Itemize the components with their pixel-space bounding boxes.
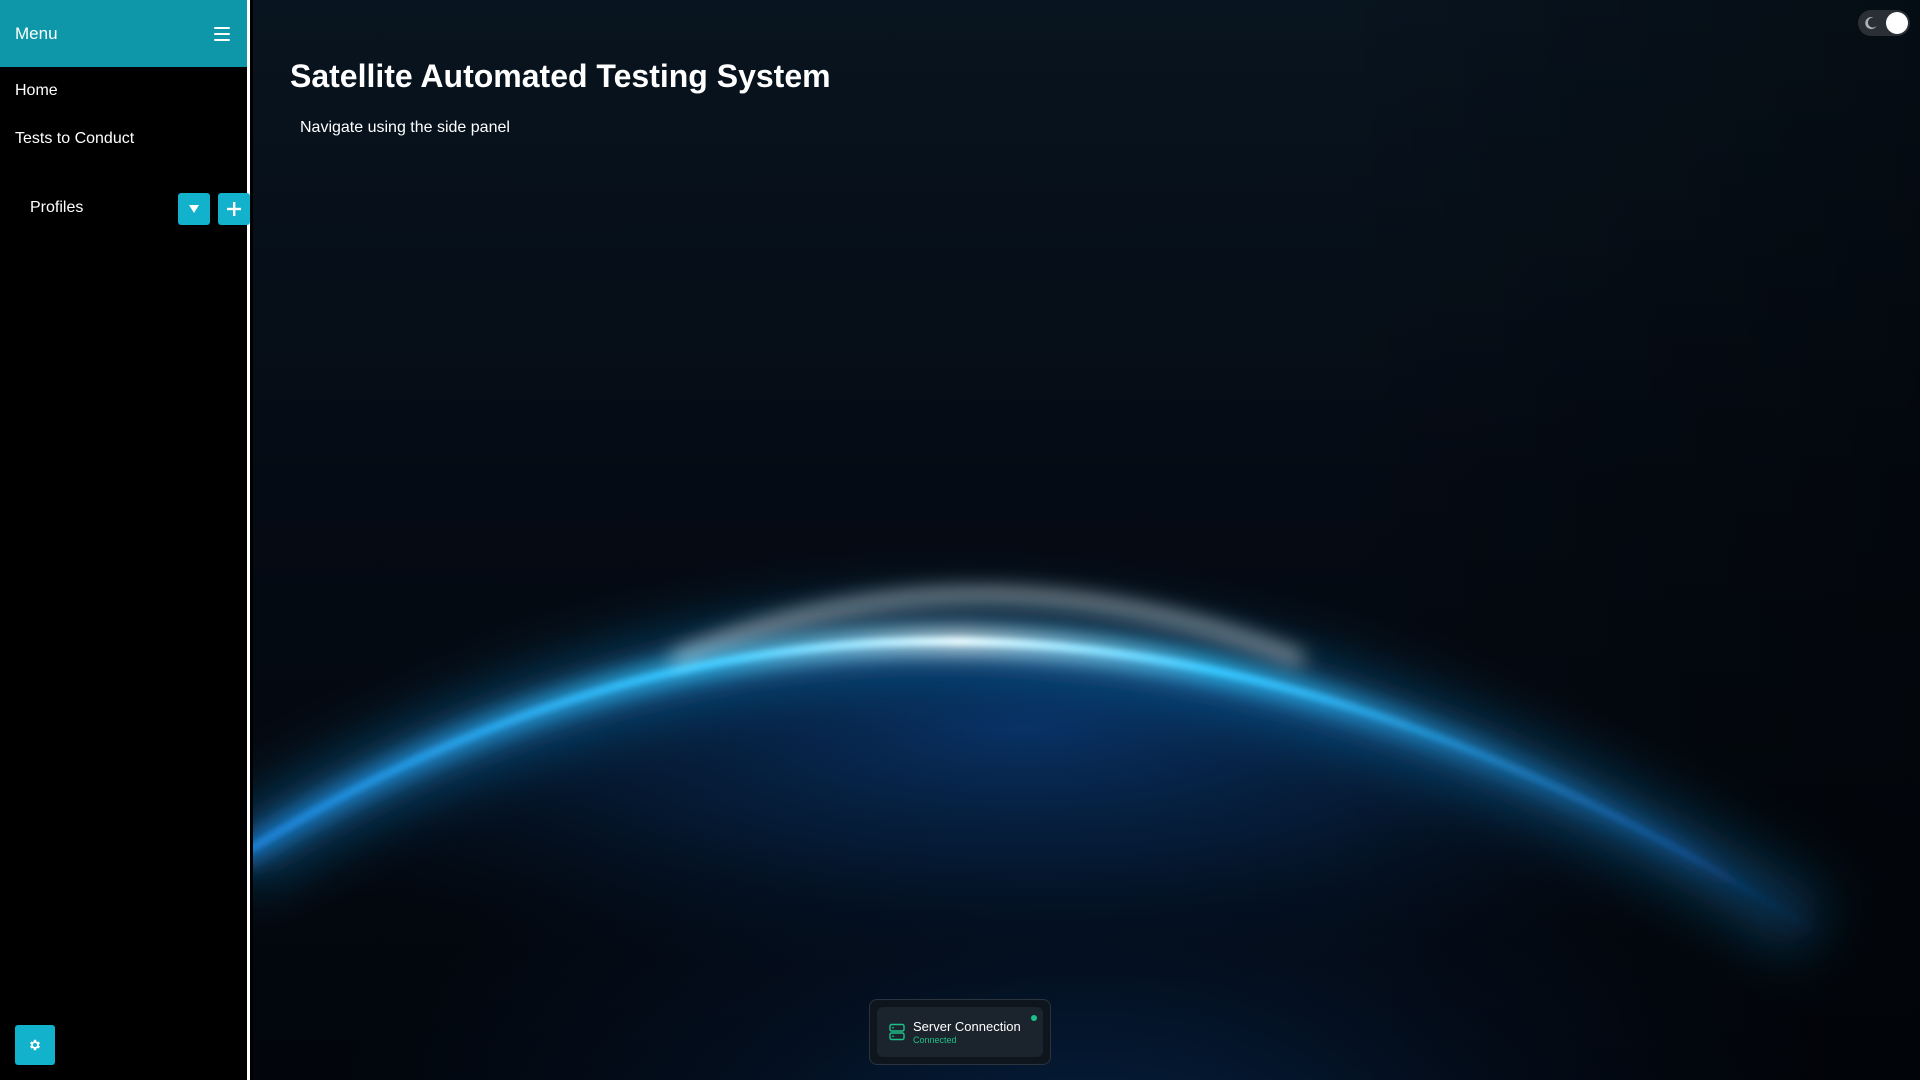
server-icon [889, 1023, 905, 1041]
toggle-knob [1886, 12, 1908, 34]
status-indicator-dot [1031, 1015, 1037, 1021]
moon-icon [1865, 17, 1877, 30]
gear-icon [30, 1039, 40, 1051]
plus-icon [227, 202, 241, 216]
page-subtitle: Navigate using the side panel [300, 119, 510, 136]
main-content: Satellite Automated Testing System Navig… [253, 0, 1920, 1080]
add-profile-button[interactable] [218, 193, 250, 225]
profiles-row: Profiles [0, 190, 250, 226]
sidebar-title: Menu [15, 23, 58, 43]
settings-button[interactable] [15, 1025, 55, 1065]
server-connection-title: Server Connection [913, 1018, 1021, 1034]
profiles-label: Profiles [30, 199, 84, 216]
page-title: Satellite Automated Testing System [290, 58, 831, 94]
hamburger-icon[interactable] [211, 23, 233, 45]
nav-item-label: Tests to Conduct [15, 130, 135, 147]
sidebar: Menu Home Tests to Conduct Profiles [0, 0, 250, 1080]
sidebar-header: Menu [0, 0, 247, 67]
nav-item-home[interactable]: Home [0, 67, 247, 115]
caret-down-icon [189, 205, 199, 213]
planet-horizon-graphic [253, 590, 1832, 1080]
profiles-dropdown-button[interactable] [178, 193, 210, 225]
server-connection-panel: Server Connection Connected [877, 1007, 1043, 1057]
theme-toggle[interactable] [1858, 10, 1910, 36]
server-connection-card: Server Connection Connected [869, 999, 1051, 1065]
server-connection-status: Connected [913, 1034, 957, 1045]
nav-item-label: Home [15, 82, 58, 99]
nav-item-tests-to-conduct[interactable]: Tests to Conduct [0, 115, 247, 163]
